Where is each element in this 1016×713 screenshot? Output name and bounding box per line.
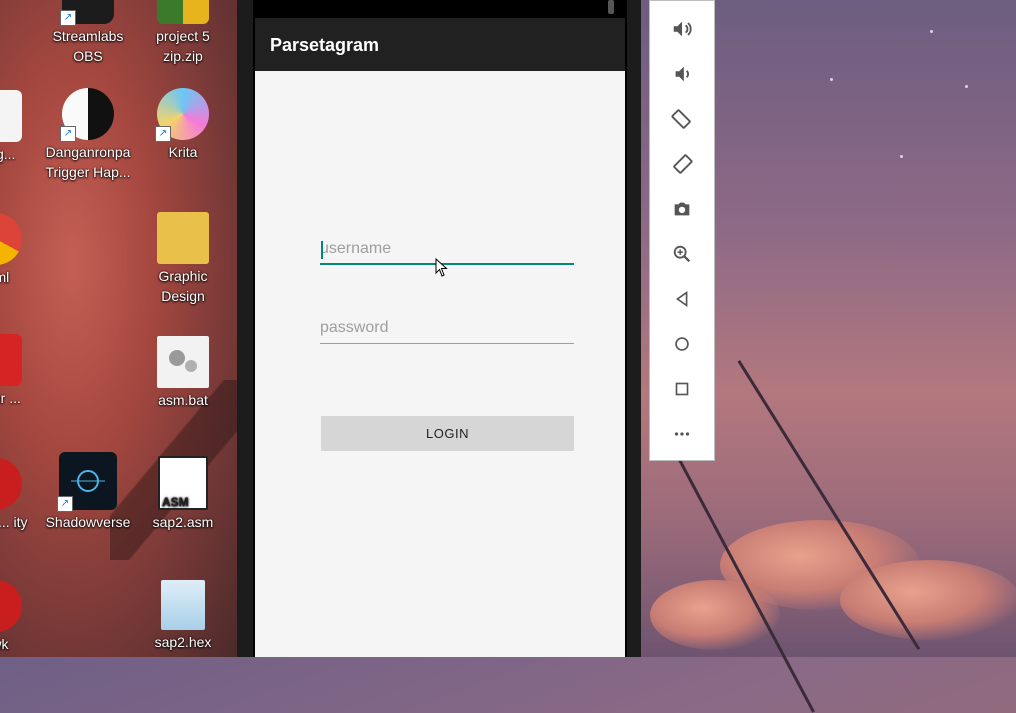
back-triangle-icon (675, 290, 688, 308)
volume-up-button[interactable] (650, 9, 714, 49)
login-screen (255, 71, 625, 657)
desktop-icon-shadowverse[interactable]: ↗ Shadowverse (40, 452, 136, 532)
rotate-right-icon (673, 154, 693, 174)
desktop-icon-streamlabs[interactable]: ↗ Streamlabs OBS (40, 0, 136, 66)
zoom-button[interactable] (650, 234, 714, 274)
device-sensor (608, 0, 614, 14)
password-input[interactable] (320, 314, 574, 342)
desktop-icon-graphic-design[interactable]: Graphic Design (135, 212, 231, 306)
desktop-icon-asm-bat[interactable]: asm.bat (135, 336, 231, 410)
zoom-icon (673, 245, 691, 263)
volume-up-icon (673, 21, 692, 37)
screenshot-button[interactable] (650, 189, 714, 229)
app-title: Parsetagram (270, 35, 380, 55)
svg-text:ASM: ASM (162, 495, 189, 508)
login-button[interactable]: LOGIN (321, 416, 574, 451)
overview-button[interactable] (650, 369, 714, 409)
desktop-icon-krita[interactable]: ↗ Krita (135, 88, 231, 162)
desktop-icon-html[interactable]: html (0, 213, 44, 287)
rotate-right-button[interactable] (650, 144, 714, 184)
back-button[interactable] (650, 279, 714, 319)
app-toolbar: Parsetagram (255, 18, 625, 71)
desktop-icon-2con[interactable]: 2Con... ity (0, 458, 44, 532)
rotate-left-button[interactable] (650, 99, 714, 139)
desktop-icon-n2[interactable]: n2.g... (0, 90, 44, 164)
mouse-cursor-icon (435, 258, 448, 277)
desktop-icon-sap2-hex[interactable]: sap2.hex (135, 580, 231, 652)
home-circle-icon (675, 337, 689, 351)
text-caret (321, 241, 323, 259)
desktop-icon-sap2-asm[interactable]: ASM sap2.asm (135, 456, 231, 532)
password-field[interactable] (320, 314, 574, 344)
volume-down-button[interactable] (650, 54, 714, 94)
desktop-icon-project5-zip[interactable]: project 5 zip.zip (135, 0, 231, 66)
camera-icon (674, 202, 690, 216)
password-underline (320, 343, 574, 344)
more-dots-icon (674, 432, 690, 436)
volume-down-icon (675, 66, 689, 82)
desktop-icon-danganronpa[interactable]: ↗ Danganronpa Trigger Hap... (40, 88, 136, 182)
home-button[interactable] (650, 324, 714, 364)
emulator-toolbar (649, 0, 715, 461)
desktop-icon-le-ser[interactable]: le ser ... (0, 334, 44, 408)
rotate-left-icon (671, 109, 691, 129)
desktop-icon-awk[interactable]: awk (0, 580, 44, 654)
overview-square-icon (675, 382, 689, 396)
more-button[interactable] (650, 414, 714, 454)
